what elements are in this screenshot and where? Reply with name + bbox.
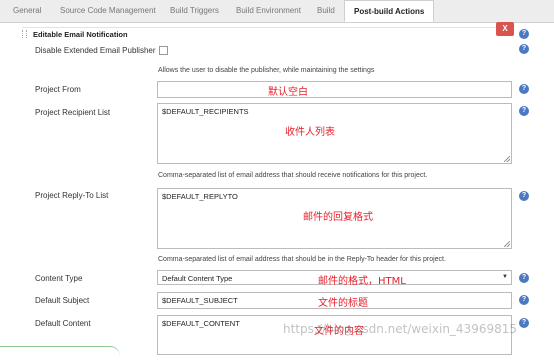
content-type-value: Default Content Type <box>162 274 233 283</box>
tab-general[interactable]: General <box>13 6 41 15</box>
drag-handle-icon[interactable] <box>22 30 27 38</box>
question-help-icon[interactable]: ? <box>519 273 529 283</box>
recipient-list-value: $DEFAULT_RECIPIENTS <box>162 107 249 116</box>
question-help-icon[interactable]: ? <box>519 84 529 94</box>
resize-grip-icon[interactable] <box>504 156 510 162</box>
reply-to-description: Comma-separated list of email address th… <box>158 256 446 263</box>
tab-bar: General Source Code Management Build Tri… <box>0 0 554 23</box>
question-help-icon[interactable]: ? <box>519 191 529 201</box>
project-from-annotation: 默认空白 <box>268 87 308 98</box>
tab-source-code-management[interactable]: Source Code Management <box>60 6 156 15</box>
page-edge-decoration <box>0 346 120 361</box>
question-help-icon[interactable]: ? <box>519 44 529 54</box>
reply-to-value: $DEFAULT_REPLYTO <box>162 192 238 201</box>
content-type-annotation: 邮件的格式，HTML <box>318 276 406 287</box>
default-subject-annotation: 文件的标题 <box>318 298 368 309</box>
reply-to-annotation: 邮件的回复格式 <box>303 212 373 223</box>
content-type-label: Content Type <box>35 274 83 283</box>
dropdown-arrow-icon: ▼ <box>502 274 508 280</box>
question-help-icon[interactable]: ? <box>519 295 529 305</box>
question-help-icon[interactable]: ? <box>519 318 529 328</box>
question-help-icon[interactable]: ? <box>519 106 529 116</box>
disable-publisher-label: Disable Extended Email Publisher <box>35 46 156 55</box>
section-title: Editable Email Notification <box>33 30 128 39</box>
recipient-list-description: Comma-separated list of email address th… <box>158 172 428 179</box>
reply-to-label: Project Reply-To List <box>35 191 109 200</box>
default-content-value: $DEFAULT_CONTENT <box>162 319 240 328</box>
tab-build[interactable]: Build <box>317 6 335 15</box>
delete-step-button[interactable]: X <box>496 22 514 36</box>
project-from-input[interactable] <box>157 81 512 98</box>
tab-build-triggers[interactable]: Build Triggers <box>170 6 219 15</box>
tab-build-environment[interactable]: Build Environment <box>236 6 301 15</box>
disable-publisher-checkbox[interactable] <box>159 46 168 55</box>
recipient-list-label: Project Recipient List <box>35 108 111 117</box>
project-from-label: Project From <box>35 85 81 94</box>
disable-publisher-description: Allows the user to disable the publisher… <box>158 67 375 74</box>
default-subject-label: Default Subject <box>35 296 90 305</box>
watermark: https://blog.csdn.net/weixin_43969815 <box>283 322 518 336</box>
resize-grip-icon[interactable] <box>504 241 510 247</box>
question-help-icon[interactable]: ? <box>519 29 529 39</box>
default-content-label: Default Content <box>35 319 91 328</box>
tab-post-build-actions[interactable]: Post-build Actions <box>344 0 435 22</box>
recipient-list-annotation: 收件人列表 <box>285 127 335 138</box>
